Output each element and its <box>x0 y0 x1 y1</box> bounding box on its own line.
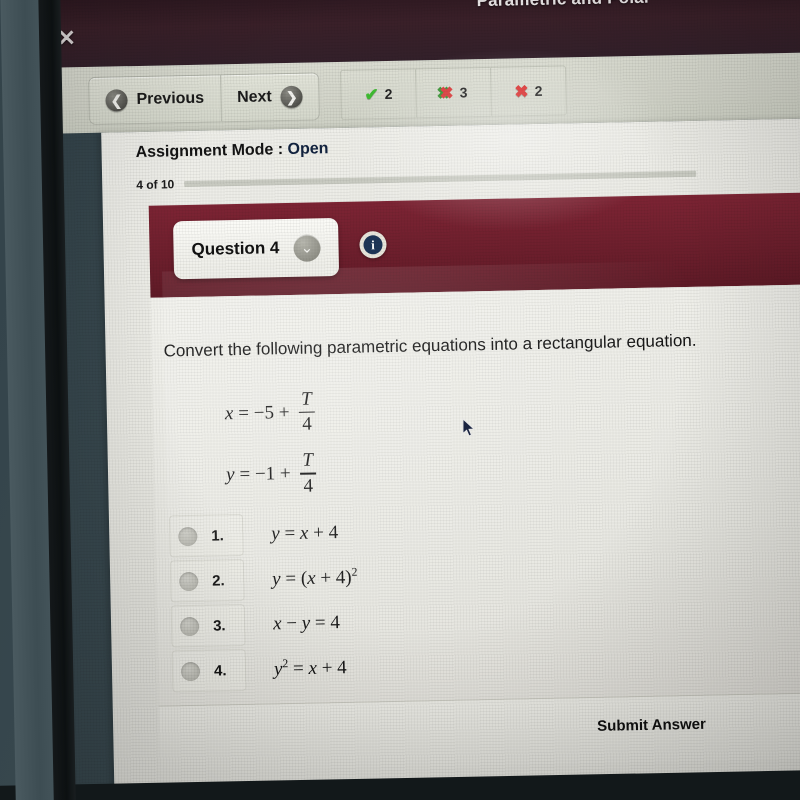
answer-option-4[interactable]: 4. y2 = x + 4 <box>171 639 733 693</box>
radio-button-icon[interactable] <box>180 661 201 681</box>
fraction-bar <box>299 472 317 475</box>
equation-y: y = −1 + T 4 <box>225 449 317 498</box>
answer-option-selector[interactable]: 4. <box>171 648 247 693</box>
screen-content: ✕ Parametric and Polar ❮ Previous Next ❯… <box>36 0 800 800</box>
equation-y-lhs: y <box>225 464 235 486</box>
fraction-bar <box>298 411 316 414</box>
answer-option-number: 2. <box>212 571 225 590</box>
equation-x-lhs: x <box>224 402 234 424</box>
answer-option-number: 3. <box>212 616 226 635</box>
next-button-label: Next <box>236 88 272 106</box>
equation-x: x = −5 + T 4 <box>224 388 316 436</box>
equation-y-fraction: T 4 <box>299 449 317 497</box>
progress-bar <box>184 170 697 188</box>
answer-option-expression: y2 = x + 4 <box>273 657 347 681</box>
app-title: Parametric and Polar <box>476 0 650 11</box>
assignment-page: Assignment Mode : Open 4 of 10 Question … <box>101 118 800 800</box>
previous-button-label: Previous <box>136 89 205 109</box>
arrow-right-icon: ❯ <box>280 85 304 109</box>
progress-row: 4 of 10 <box>136 167 697 193</box>
question-prompt: Convert the following parametric equatio… <box>163 330 697 361</box>
equation-y-denominator: 4 <box>303 475 314 497</box>
score-correct-count: 2 <box>384 85 393 103</box>
equation-x-operator: = −5 + <box>238 401 290 424</box>
next-button[interactable]: Next ❯ <box>219 73 320 122</box>
assignment-mode-value: Open <box>287 140 329 158</box>
radio-button-icon[interactable] <box>179 616 200 636</box>
partial-credit-icon: ✖ <box>439 83 454 103</box>
answer-option-2[interactable]: 2. y = (x + 4)2 <box>169 549 731 603</box>
equation-x-denominator: 4 <box>302 413 312 436</box>
cross-mark-icon: ✖ <box>514 81 529 101</box>
nav-button-group: ❮ Previous Next ❯ <box>88 72 321 125</box>
info-icon-glyph: i <box>363 235 383 255</box>
answer-option-selector[interactable]: 3. <box>170 603 246 648</box>
equation-y-operator: = −1 + <box>239 463 291 486</box>
score-incorrect-count: 2 <box>534 82 543 100</box>
question-footer: Submit Answer <box>158 690 800 773</box>
chevron-down-icon[interactable]: ⌄ <box>293 233 321 262</box>
question-body: Convert the following parametric equatio… <box>150 282 800 728</box>
progress-label: 4 of 10 <box>136 177 175 193</box>
answer-option-number: 4. <box>213 661 227 680</box>
question-selector[interactable]: Question 4 ⌄ <box>172 217 339 280</box>
question-selector-label: Question 4 <box>191 238 280 259</box>
radio-button-icon[interactable] <box>178 526 198 546</box>
answer-option-3[interactable]: 3. x − y = 4 <box>170 594 732 648</box>
answer-option-expression: y = x + 4 <box>271 522 339 545</box>
arrow-left-icon: ❮ <box>105 89 128 112</box>
info-icon[interactable]: i <box>359 231 387 259</box>
answer-option-number: 1. <box>211 526 224 545</box>
answer-option-selector[interactable]: 1. <box>168 513 244 558</box>
score-summary-group: ✔ 2 ✖ 3 ✖ 2 <box>339 65 567 120</box>
answer-option-expression: x − y = 4 <box>272 612 341 635</box>
assignment-mode-label: Assignment Mode : <box>135 140 288 162</box>
question-header-band: Question 4 ⌄ i <box>148 190 800 298</box>
screen-photo: ✕ Parametric and Polar ❮ Previous Next ❯… <box>0 0 800 800</box>
radio-button-icon[interactable] <box>179 571 199 591</box>
score-partial-count: 3 <box>459 84 468 101</box>
equation-x-fraction: T 4 <box>298 388 316 436</box>
equation-y-numerator: T <box>302 449 314 472</box>
assignment-mode: Assignment Mode : Open <box>135 140 328 162</box>
score-correct[interactable]: ✔ 2 <box>341 69 416 118</box>
previous-button[interactable]: ❮ Previous <box>89 75 220 124</box>
answer-option-selector[interactable]: 2. <box>169 558 245 603</box>
score-partial[interactable]: ✖ 3 <box>414 67 491 118</box>
parametric-equations: x = −5 + T 4 y = −1 + T 4 <box>224 389 317 514</box>
check-mark-icon: ✔ <box>364 84 379 104</box>
answer-options: 1. y = x + 4 2. y = (x + 4)2 3. x − y = 4 4. y2… <box>168 504 733 695</box>
submit-answer-button[interactable]: Submit Answer <box>597 716 706 735</box>
equation-x-numerator: T <box>300 388 312 410</box>
answer-option-expression: y = (x + 4)2 <box>271 565 358 591</box>
score-incorrect[interactable]: ✖ 2 <box>489 66 566 116</box>
